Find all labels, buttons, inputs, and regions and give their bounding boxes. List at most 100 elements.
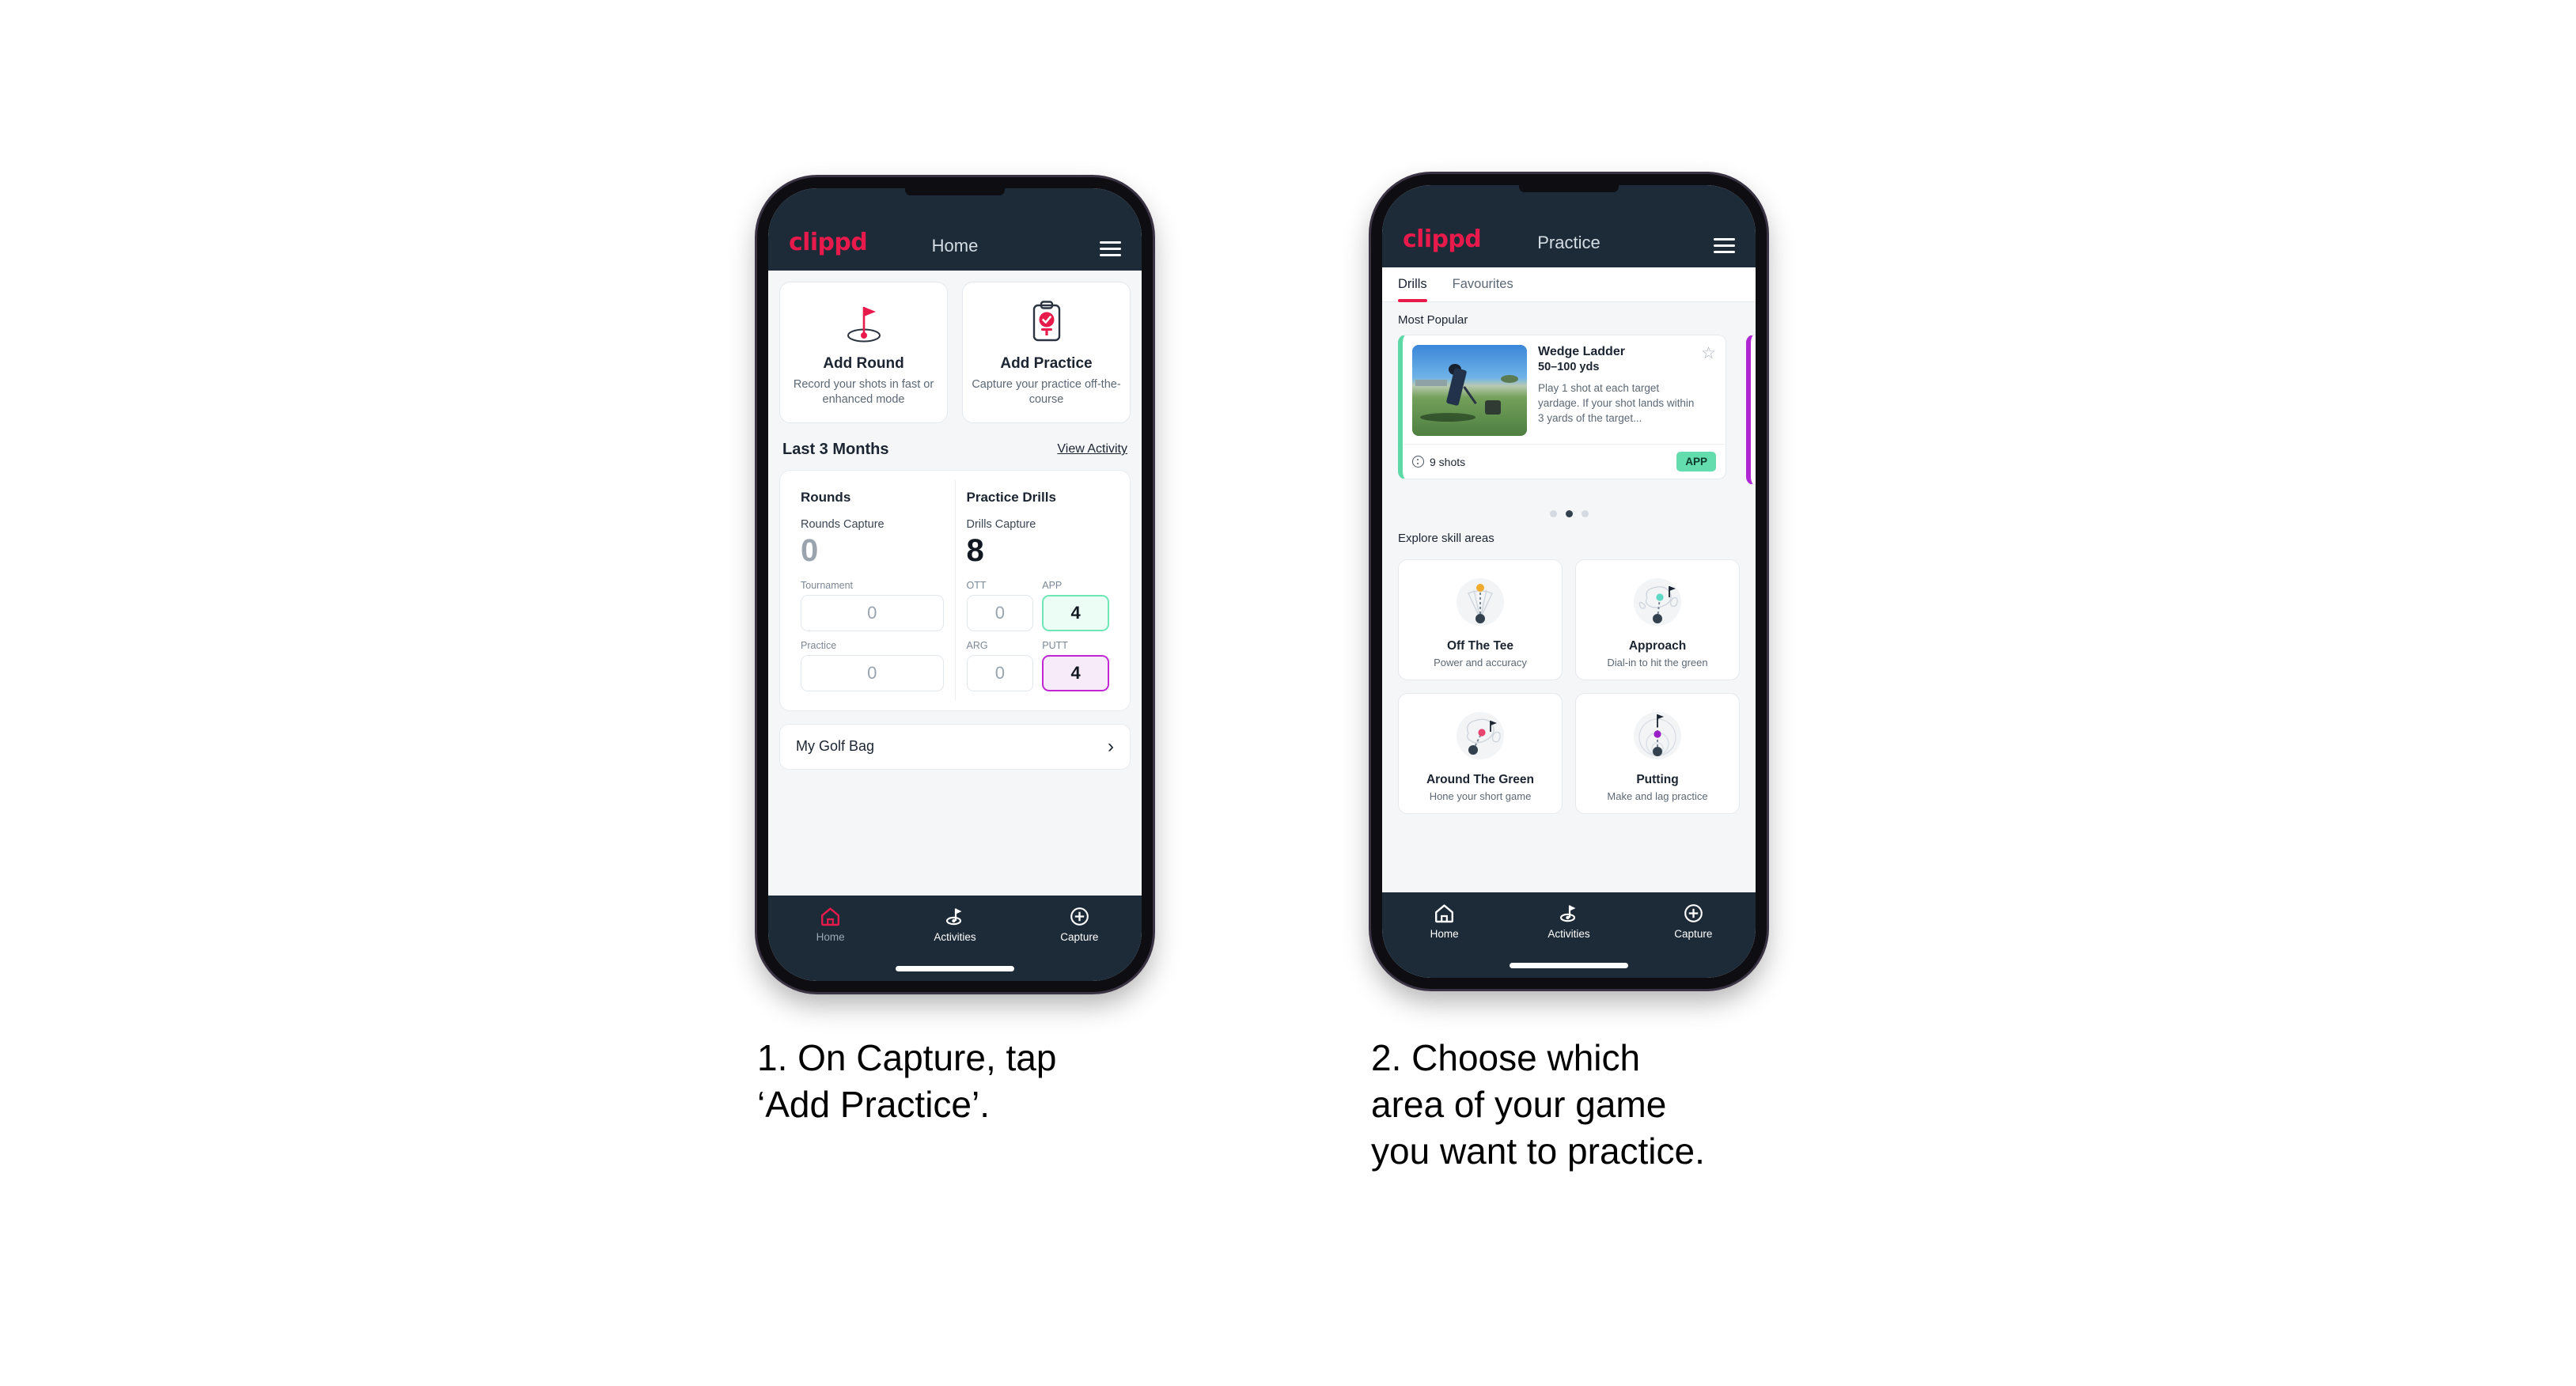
metric-label: Tournament [801,579,854,591]
plus-circle-icon [1684,904,1703,922]
phone1-bottom-nav: Home Activities Capture [768,896,1142,981]
nav-item-home[interactable]: Home [1382,903,1506,940]
skill-subtitle: Make and lag practice [1607,790,1708,802]
my-golf-bag-label: My Golf Bag [796,738,875,755]
tab-favourites[interactable]: Favourites [1453,267,1521,301]
golf-flag-icon [1560,905,1576,922]
drill-card-top: ☆ Wedge Ladder 50–100 yds Play 1 shot at… [1403,335,1726,444]
metric-label: PUTT [1042,639,1068,651]
metric-arg: ARG 0 [966,639,1034,691]
metric-label: APP [1042,579,1063,591]
clippd-logo[interactable]: clippd [1403,225,1482,253]
add-round-title: Add Round [823,355,904,372]
hamburger-menu-icon[interactable] [1714,238,1735,253]
skill-card-off-the-tee[interactable]: Off The Tee Power and accuracy [1398,559,1563,680]
approach-icon [1582,571,1733,633]
phone-notch [1519,185,1619,192]
tab-drills[interactable]: Drills [1398,267,1435,302]
add-practice-card[interactable]: Add Practice Capture your practice off-t… [962,282,1131,423]
metric-app: APP 4 [1042,580,1109,631]
metric-value[interactable]: 4 [1042,594,1109,631]
metric-value[interactable]: 0 [966,594,1034,631]
skill-card-approach[interactable]: Approach Dial-in to hit the green [1575,559,1740,680]
clippd-logo[interactable]: clippd [789,229,868,256]
nav-label: Capture [1674,928,1713,940]
star-outline-icon[interactable]: ☆ [1701,345,1716,362]
clipboard-check-tee-icon [971,298,1122,347]
rounds-stat-column: Rounds Rounds Capture 0 Tournament 0 Pra… [790,480,955,701]
tutorial-screenshot: clippd Home Add Round Record your shots … [0,0,2576,1386]
chevron-right-icon: › [1108,735,1114,757]
plus-circle-icon [1070,907,1089,926]
skill-card-putting[interactable]: Putting Make and lag practice [1575,693,1740,814]
practice-tabs: Drills Favourites [1382,267,1756,302]
most-popular-label: Most Popular [1398,313,1468,327]
nav-item-activities[interactable]: Activities [892,907,1017,943]
skill-subtitle: Power and accuracy [1434,657,1527,668]
metric-label: OTT [966,579,987,591]
phone1-app-header: clippd Home [768,188,1142,271]
drill-carousel[interactable]: ☆ Wedge Ladder 50–100 yds Play 1 shot at… [1382,335,1756,501]
home-indicator [1510,963,1628,968]
stats-card: Rounds Rounds Capture 0 Tournament 0 Pra… [779,469,1131,711]
hamburger-menu-icon[interactable] [1100,241,1121,256]
pagination-dot-active[interactable] [1565,510,1573,517]
phone2-screen: clippd Practice Drills Favourites Most P… [1382,185,1756,978]
rounds-metric-grid: Tournament 0 Practice 0 [801,580,944,691]
phone1-screen: clippd Home Add Round Record your shots … [768,188,1142,981]
around-the-green-icon [1405,705,1555,767]
metric-label: ARG [966,639,988,651]
nav-label: Activities [934,931,976,943]
rounds-capture-label: Rounds Capture [801,517,885,531]
drill-card-wedge-ladder[interactable]: ☆ Wedge Ladder 50–100 yds Play 1 shot at… [1398,335,1726,479]
drills-capture-value: 8 [966,532,984,568]
drill-name: Wedge Ladder [1538,345,1625,358]
add-practice-subtitle: Capture your practice off-the-course [972,378,1121,407]
phone-mockup-home: clippd Home Add Round Record your shots … [757,177,1153,992]
nav-item-home[interactable]: Home [768,907,892,943]
explore-skill-areas-label: Explore skill areas [1398,532,1494,545]
rounds-capture-value: 0 [801,532,819,568]
phone2-app-header: clippd Practice [1382,185,1756,267]
putting-icon [1582,705,1733,767]
drill-card-footer: 9 shots APP [1403,444,1726,479]
quick-action-row: Add Round Record your shots in fast or e… [779,282,1131,423]
golf-flag-icon [946,908,962,926]
add-round-card[interactable]: Add Round Record your shots in fast or e… [779,282,948,423]
carousel-pagination [1382,501,1756,521]
nav-item-capture[interactable]: Capture [1017,907,1142,943]
my-golf-bag-row[interactable]: My Golf Bag › [779,723,1131,770]
skill-subtitle: Hone your short game [1429,790,1532,802]
nav-item-capture[interactable]: Capture [1631,903,1756,940]
home-scroll-area: Add Round Record your shots in fast or e… [768,271,1142,770]
nav-label: Home [1430,928,1459,940]
phone-mockup-practice: clippd Practice Drills Favourites Most P… [1371,174,1767,989]
skill-name: Approach [1628,639,1687,653]
phone2-bottom-nav: Home Activities Capture [1382,892,1756,978]
metric-value[interactable]: 4 [1042,654,1109,691]
metric-value[interactable]: 0 [801,594,944,631]
drill-category-badge: APP [1676,452,1716,471]
metric-putt: PUTT 4 [1042,640,1109,691]
drill-card-next-peek[interactable] [1746,335,1756,485]
nav-label: Activities [1547,928,1590,940]
metric-value[interactable]: 0 [966,654,1034,691]
rounds-heading: Rounds [801,489,851,505]
drills-heading: Practice Drills [966,489,1056,505]
caption-step-1: 1. On Capture, tap ‘Add Practice’. [757,1037,1057,1125]
drill-shots: 9 shots [1412,456,1465,468]
shots-count-icon [1412,456,1424,468]
phone-notch [905,188,1005,195]
drill-description: Play 1 shot at each target yardage. If y… [1538,382,1695,425]
nav-label: Capture [1060,931,1099,943]
skill-name: Around The Green [1426,773,1535,786]
add-round-subtitle: Record your shots in fast or enhanced mo… [793,378,934,407]
pagination-dot[interactable] [1581,510,1589,517]
home-indicator [896,966,1014,971]
phone2-body: Most Popular ☆ Wedge Ladder 50–100 yds P… [1382,302,1756,892]
nav-item-activities[interactable]: Activities [1506,903,1631,940]
view-activity-link[interactable]: View Activity [1057,442,1127,456]
metric-value[interactable]: 0 [801,654,944,691]
pagination-dot[interactable] [1549,510,1557,517]
skill-card-around-the-green[interactable]: Around The Green Hone your short game [1398,693,1563,814]
